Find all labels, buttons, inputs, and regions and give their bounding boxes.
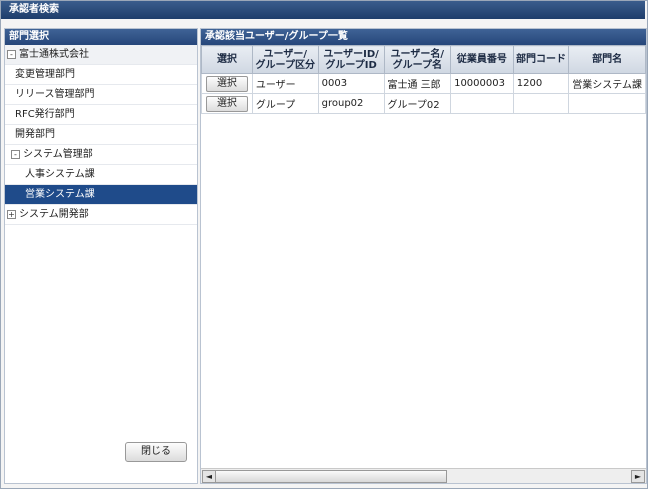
select-cell: 選択 bbox=[201, 73, 253, 94]
tree-item-system-development[interactable]: + システム開発部 bbox=[5, 205, 197, 225]
department-name-cell bbox=[568, 93, 646, 114]
column-header-type: ユーザー/ グループ区分 bbox=[251, 45, 319, 74]
department-code-cell: 1200 bbox=[512, 73, 570, 94]
select-cell: 選択 bbox=[201, 93, 253, 114]
tree-item-label: 営業システム課 bbox=[25, 189, 95, 200]
tree-item-system-management[interactable]: - システム管理部 bbox=[5, 145, 197, 165]
collapse-icon[interactable]: - bbox=[11, 149, 20, 159]
horizontal-scrollbar[interactable]: ◄ ► bbox=[201, 468, 646, 483]
tree-item-hr-system[interactable]: 人事システム課 bbox=[5, 165, 197, 185]
tree-item-change-management[interactable]: 変更管理部門 bbox=[5, 65, 197, 85]
tree-item-company[interactable]: - 富士通株式会社 bbox=[5, 45, 197, 65]
scroll-right-icon[interactable]: ► bbox=[631, 470, 645, 483]
department-panel-header: 部門選択 bbox=[5, 29, 197, 45]
id-cell: group02 bbox=[317, 93, 385, 114]
table-row: 選択 ユーザー 0003 富士通 三郎 10000003 1200 営業システム… bbox=[201, 73, 646, 94]
type-cell: グループ bbox=[251, 93, 319, 114]
table-row: 選択 グループ group02 グループ02 bbox=[201, 93, 646, 114]
department-panel: 部門選択 - 富士通株式会社 変更管理部門 リリース管理部門 RFC発行部門 開発… bbox=[4, 28, 198, 484]
table-header-row: 選択 ユーザー/ グループ区分 ユーザーID/ グループID ユーザー名/ グル… bbox=[201, 45, 646, 74]
select-button[interactable]: 選択 bbox=[205, 95, 248, 112]
department-name-cell: 営業システム課 bbox=[568, 73, 646, 94]
column-header-select: 選択 bbox=[201, 45, 253, 74]
close-button[interactable]: 閉じる bbox=[125, 442, 187, 462]
tree-item-label: 変更管理部門 bbox=[15, 69, 75, 80]
collapse-icon[interactable]: - bbox=[7, 49, 16, 59]
tree-item-label: システム開発部 bbox=[19, 209, 89, 220]
scroll-thumb[interactable] bbox=[215, 470, 447, 483]
name-cell: グループ02 bbox=[383, 93, 452, 114]
tree-item-label: 富士通株式会社 bbox=[19, 49, 89, 60]
tree-item-rfc[interactable]: RFC発行部門 bbox=[5, 105, 197, 125]
column-header-id: ユーザーID/ グループID bbox=[317, 45, 385, 74]
window-title: 承認者検索 bbox=[1, 1, 645, 19]
tree-item-label: リリース管理部門 bbox=[15, 89, 95, 100]
employee-number-cell bbox=[450, 93, 514, 114]
select-button[interactable]: 選択 bbox=[205, 75, 248, 92]
tree-item-release-management[interactable]: リリース管理部門 bbox=[5, 85, 197, 105]
name-cell: 富士通 三郎 bbox=[383, 73, 452, 94]
id-cell: 0003 bbox=[317, 73, 385, 94]
results-table: 選択 ユーザー/ グループ区分 ユーザーID/ グループID ユーザー名/ グル… bbox=[201, 45, 646, 114]
tree-item-label: システム管理部 bbox=[23, 149, 93, 160]
tree-item-label: 開発部門 bbox=[15, 129, 55, 140]
employee-number-cell: 10000003 bbox=[450, 73, 514, 94]
department-code-cell bbox=[512, 93, 570, 114]
scroll-left-icon[interactable]: ◄ bbox=[202, 470, 216, 483]
column-header-department-name: 部門名 bbox=[568, 45, 646, 74]
expand-icon[interactable]: + bbox=[7, 209, 16, 219]
results-panel: 承認該当ユーザー/グループ一覧 選択 ユーザー/ グループ区分 ユーザーID/ … bbox=[200, 28, 647, 484]
type-cell: ユーザー bbox=[251, 73, 319, 94]
column-header-employee-number: 従業員番号 bbox=[450, 45, 514, 74]
tree-item-sales-system[interactable]: 営業システム課 bbox=[5, 185, 197, 205]
tree-item-label: 人事システム課 bbox=[25, 169, 95, 180]
column-header-name: ユーザー名/ グループ名 bbox=[383, 45, 452, 74]
tree-item-label: RFC発行部門 bbox=[15, 109, 75, 120]
tree-item-development[interactable]: 開発部門 bbox=[5, 125, 197, 145]
results-panel-header: 承認該当ユーザー/グループ一覧 bbox=[201, 29, 646, 45]
column-header-department-code: 部門コード bbox=[512, 45, 570, 74]
